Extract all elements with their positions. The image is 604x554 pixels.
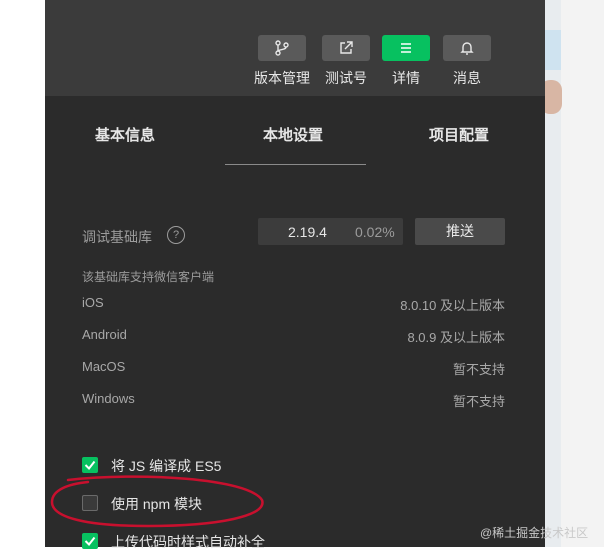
client-name: iOS — [82, 295, 104, 310]
push-button[interactable]: 推送 — [415, 218, 505, 245]
client-name: Android — [82, 327, 127, 342]
client-version: 8.0.9 及以上版本 — [407, 330, 505, 345]
tab-basic-info[interactable]: 基本信息 — [95, 124, 155, 145]
tab-project-config[interactable]: 项目配置 — [429, 124, 489, 145]
debug-lib-version-select[interactable]: 2.19.4 0.02% — [258, 218, 403, 245]
option-label-es5: 将 JS 编译成 ES5 — [111, 458, 222, 474]
question-circle-icon[interactable]: ? — [167, 226, 185, 244]
messages-button[interactable] — [443, 35, 491, 61]
test-account-button[interactable] — [322, 35, 370, 61]
client-version: 8.0.10 及以上版本 — [400, 298, 505, 313]
debug-lib-version: 2.19.4 — [288, 224, 327, 240]
background-highlight — [545, 30, 561, 70]
version-management-button[interactable] — [258, 35, 306, 61]
check-icon — [84, 460, 96, 471]
settings-tabs: 基本信息 本地设置 项目配置 — [45, 96, 545, 166]
client-name: MacOS — [82, 359, 126, 374]
active-tab-indicator — [225, 164, 366, 165]
annotation-circle — [50, 475, 264, 528]
client-version: 暂不支持 — [452, 394, 505, 409]
checkbox-es5[interactable] — [82, 457, 98, 473]
client-version: 暂不支持 — [452, 362, 505, 377]
tab-local-settings[interactable]: 本地设置 — [263, 124, 323, 145]
toolbar: 版本管理 测试号 详情 消息 — [45, 0, 545, 96]
details-panel: 版本管理 测试号 详情 消息 基本信息 本地设置 项目配置 调试基础库 ? 2.… — [45, 0, 545, 550]
version-management-label: 版本管理 — [254, 70, 310, 86]
client-name: Windows — [82, 391, 135, 406]
debug-lib-percent: 0.02% — [355, 224, 395, 240]
watermark: @稀土掘金技术社区 — [480, 526, 589, 540]
messages-label: 消息 — [453, 70, 481, 86]
branch-icon — [275, 40, 289, 56]
bell-icon — [460, 42, 474, 55]
details-label: 详情 — [392, 70, 420, 86]
option-label-style-autocomplete: 上传代码时样式自动补全 — [111, 534, 265, 550]
details-button[interactable] — [382, 35, 430, 61]
external-link-icon — [340, 41, 353, 54]
support-title: 该基础库支持微信客户端 — [82, 270, 215, 284]
menu-icon — [401, 43, 411, 53]
debug-lib-label: 调试基础库 — [82, 229, 152, 245]
